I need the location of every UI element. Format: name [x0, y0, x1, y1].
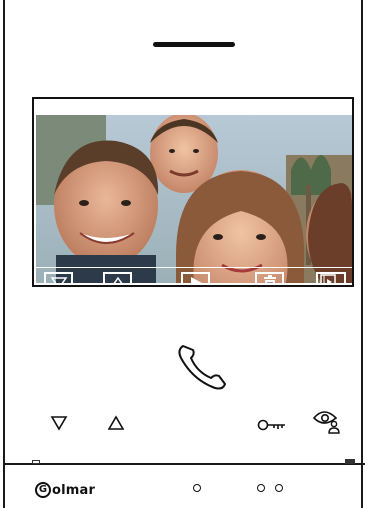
- indicator-light-2: [257, 484, 265, 492]
- osd-delete-button[interactable]: [255, 272, 284, 283]
- osd-play-button[interactable]: [181, 272, 210, 283]
- speaker-slot: [153, 42, 235, 47]
- indicator-light-1: [193, 484, 201, 492]
- logo-text: olmar: [52, 482, 96, 498]
- triangle-up-icon: [107, 415, 125, 430]
- intercom-monitor: G olmar: [3, 0, 365, 508]
- front-monitor-key[interactable]: [311, 406, 343, 436]
- key-icon: [257, 419, 285, 431]
- osd-divider: [36, 267, 352, 268]
- bottom-divider: [5, 463, 365, 465]
- eye-user-icon: [312, 411, 340, 434]
- triangle-down-icon: [50, 416, 68, 431]
- camera-image: [36, 115, 352, 283]
- led-right: [345, 459, 355, 464]
- trash-icon: [263, 275, 276, 283]
- play-icon: [190, 277, 202, 283]
- screen-frame: [32, 97, 354, 287]
- led-left: [32, 460, 40, 464]
- front-down-key[interactable]: [45, 410, 73, 436]
- camera-screen[interactable]: [36, 115, 352, 283]
- handset-call-button[interactable]: [175, 340, 231, 392]
- image-gallery-icon: [320, 274, 336, 283]
- osd-volume-up-button[interactable]: [103, 272, 132, 283]
- triangle-up-icon: [113, 276, 122, 283]
- logo-initial: G: [35, 482, 51, 498]
- indicator-light-3: [275, 484, 283, 492]
- osd-gallery-button[interactable]: [316, 272, 346, 283]
- osd-volume-down-button[interactable]: [44, 272, 73, 283]
- brand-logo: G olmar: [35, 482, 95, 498]
- front-door-open-key[interactable]: [255, 412, 289, 438]
- phone-handset-icon: [178, 345, 226, 390]
- front-up-key[interactable]: [102, 410, 130, 436]
- triangle-down-icon: [50, 277, 67, 283]
